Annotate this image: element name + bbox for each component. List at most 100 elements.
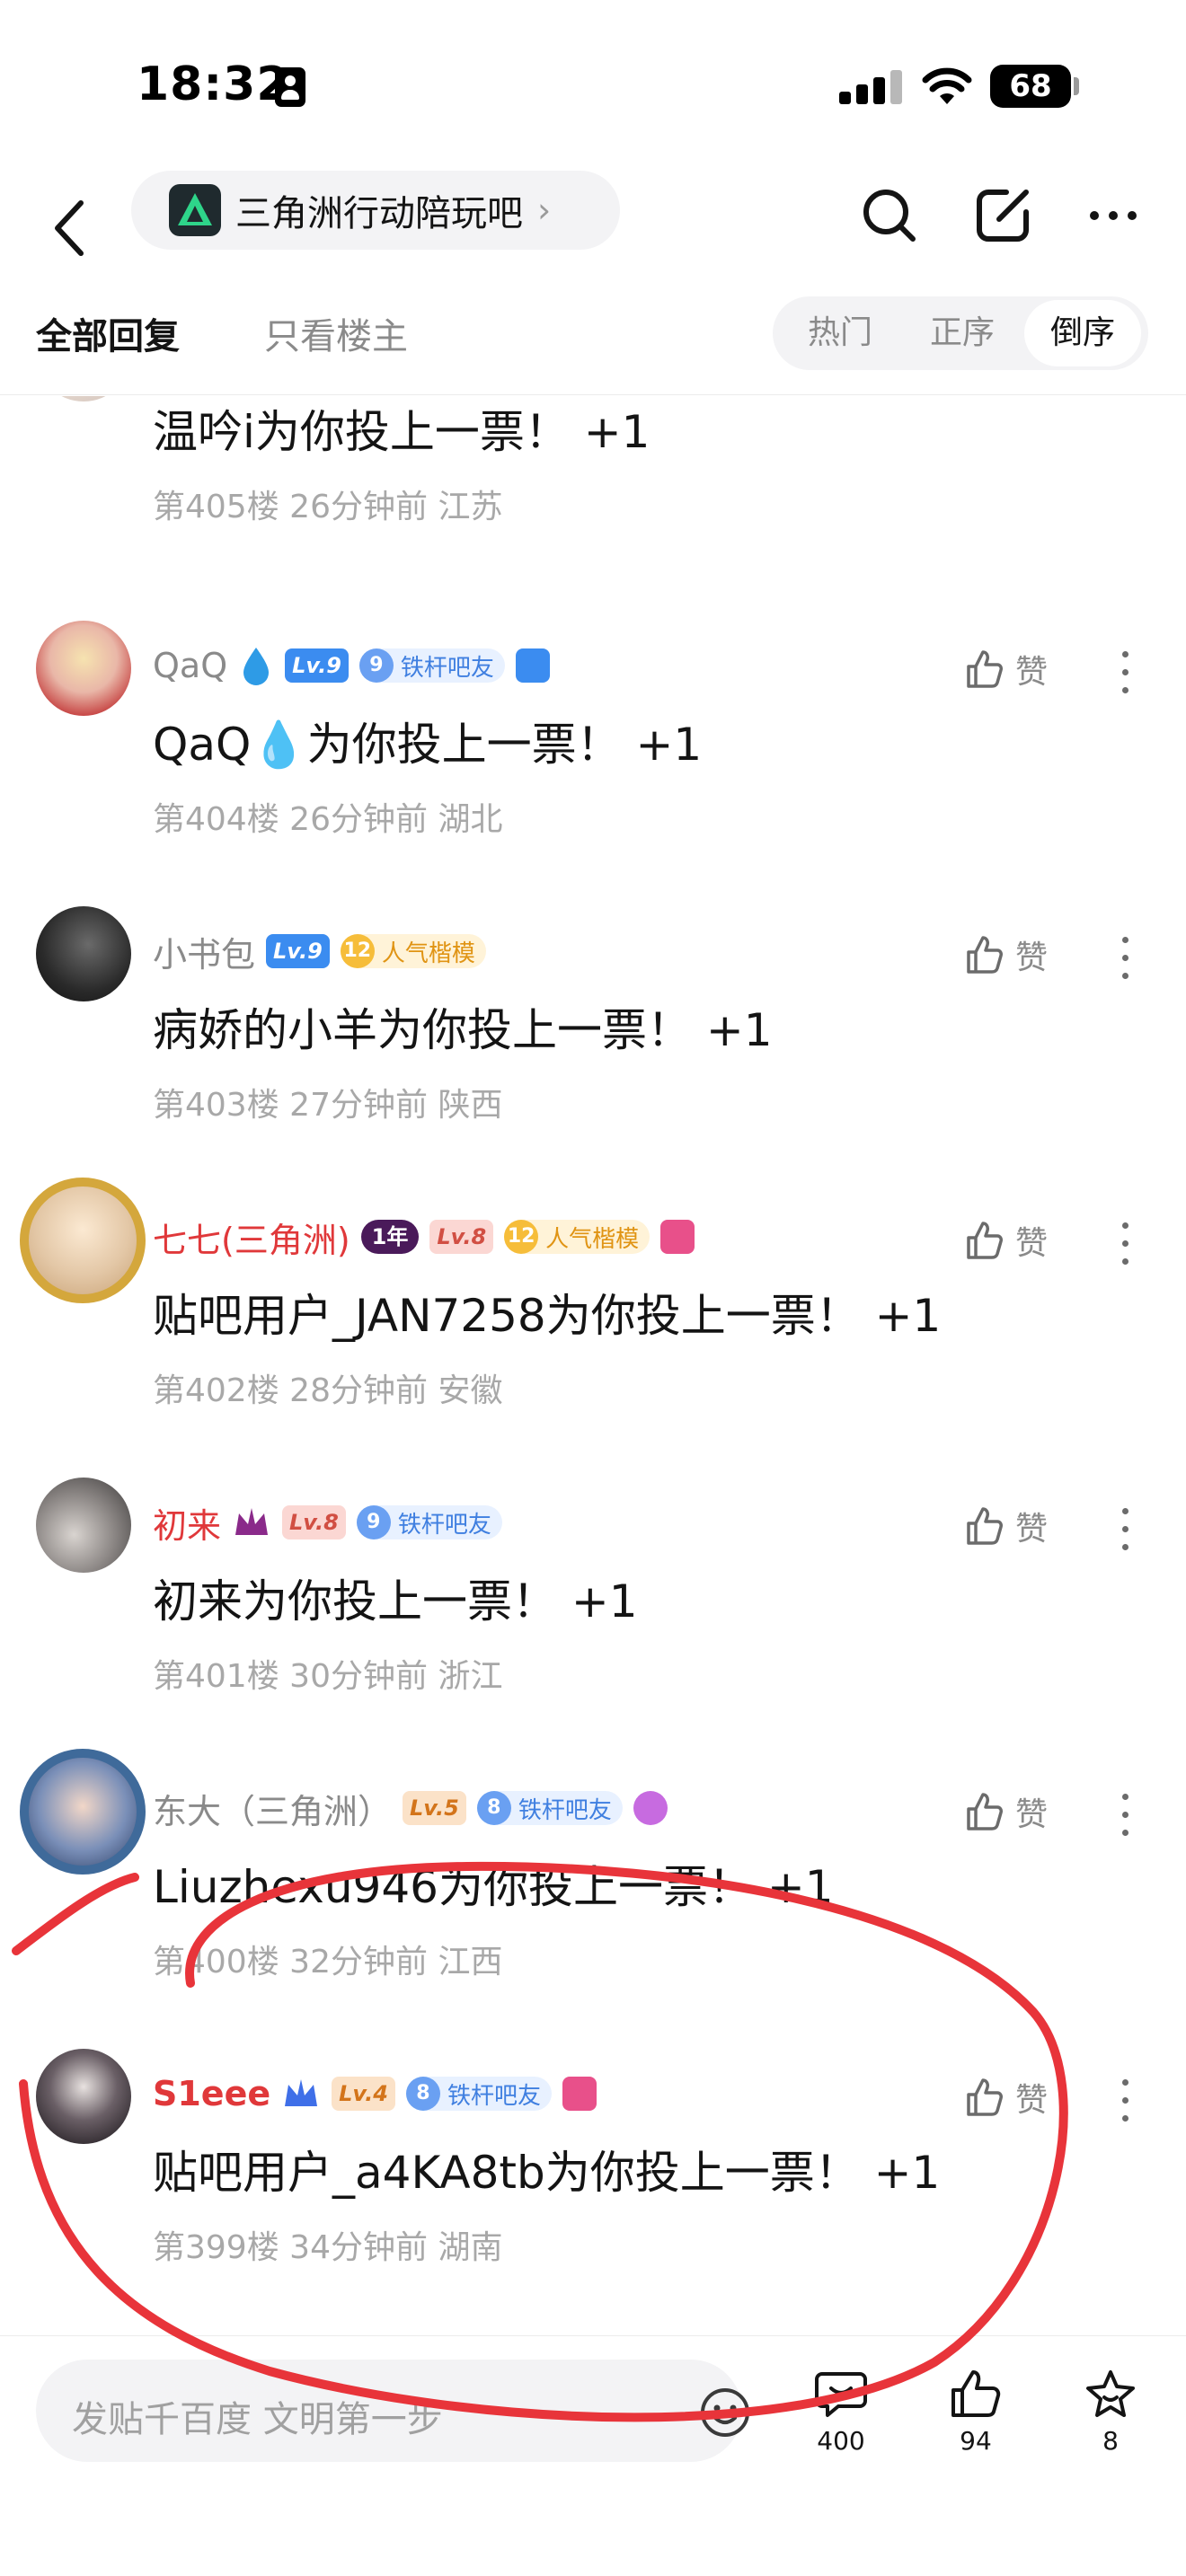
forum-name: 三角洲行动陪玩吧 [235, 193, 523, 234]
crown-icon [235, 1508, 269, 1535]
avatar[interactable] [36, 906, 131, 1001]
level-badge: Lv.9 [285, 648, 349, 683]
reply-item: 初来 Lv.8 9 铁杆吧友 初来为你投上一票！ +1 第401楼 30分钟前 浙… [0, 1478, 1186, 1763]
reply-text: 贴吧用户_a4KA8tb为你投上一票！ +1 [153, 2147, 941, 2199]
more-options-button[interactable] [1118, 2074, 1132, 2128]
more-options-button[interactable] [1118, 931, 1132, 985]
avatar[interactable] [20, 1178, 146, 1303]
like-button[interactable]: 赞 [963, 1503, 1048, 1549]
pisces-icon [562, 2077, 597, 2111]
like-icon [967, 1507, 1003, 1545]
title-badge: 12 人气楷模 [504, 1220, 651, 1254]
like-button[interactable]: 赞 [963, 1217, 1048, 1264]
reply-item: 东大（三角洲） Lv.5 8 铁杆吧友 Liuzhexu946为你投上一票！ +1… [0, 1749, 1186, 2049]
floor-number: 第401楼 [153, 1658, 279, 1695]
avatar[interactable] [36, 396, 131, 401]
reply-text: 贴吧用户_JAN7258为你投上一票！ +1 [153, 1290, 942, 1342]
chevron-right-icon: › [537, 190, 552, 230]
user-row: S1eee Lv.4 8 铁杆吧友 [153, 2069, 597, 2119]
reply-location: 湖北 [438, 801, 503, 838]
back-icon[interactable] [45, 183, 99, 273]
more-icon[interactable] [1082, 183, 1145, 246]
edit-icon[interactable] [972, 183, 1035, 246]
reply-time: 26分钟前 [289, 489, 428, 525]
reply-item: 小书包 Lv.9 12 人气楷模 病娇的小羊为你投上一票！ +1 第403楼 27… [0, 906, 1186, 1192]
more-options-button[interactable] [1118, 1788, 1132, 1842]
title-badge: 8 铁杆吧友 [476, 1791, 623, 1825]
title-badge: 9 铁杆吧友 [358, 648, 505, 683]
more-options-button[interactable] [1118, 1217, 1132, 1271]
avatar[interactable] [36, 1478, 131, 1573]
likes-count: 94 [960, 2426, 992, 2456]
search-icon[interactable] [857, 183, 920, 246]
favorite-button[interactable]: 8 [1066, 2369, 1155, 2456]
reply-time: 30分钟前 [289, 1658, 428, 1695]
username[interactable]: 初来 [153, 1498, 221, 1548]
floor-number: 第399楼 [153, 2229, 279, 2266]
more-options-button[interactable] [1118, 1503, 1132, 1557]
like-icon [967, 1222, 1003, 1259]
username[interactable]: 东大（三角洲） [153, 1784, 392, 1833]
reply-text: QaQ💧为你投上一票！ +1 [153, 719, 703, 771]
crown-icon [285, 2079, 318, 2106]
username[interactable]: S1eee [153, 2074, 270, 2113]
compose-placeholder: 发贴千百度 文明第一步 [72, 2399, 443, 2440]
forum-logo-icon [169, 184, 221, 236]
title-badge: 8 铁杆吧友 [405, 2077, 552, 2111]
sort-toggle: 热门 正序 倒序 [773, 296, 1148, 370]
comment-icon [815, 2372, 867, 2417]
more-options-button[interactable] [1118, 646, 1132, 700]
level-badge: Lv.5 [403, 1791, 466, 1825]
avatar[interactable] [36, 2049, 131, 2144]
title-badge: 9 铁杆吧友 [356, 1505, 502, 1539]
reply-time: 32分钟前 [289, 1944, 428, 1981]
reply-meta: 第399楼 34分钟前 湖南 [153, 2221, 502, 2268]
star-icon [1086, 2370, 1135, 2417]
reply-item: 七七(三角洲) 1年 Lv.8 12 人气楷模 贴吧用户_JAN7258为你投上一… [0, 1178, 1186, 1478]
reply-item: 温吟i为你投上一票！ +1 第405楼 26分钟前 江苏 [0, 396, 1186, 646]
reply-location: 湖南 [438, 2229, 503, 2266]
emoji-icon[interactable] [699, 2386, 751, 2439]
tab-op-only[interactable]: 只看楼主 [264, 307, 408, 359]
reply-location: 安徽 [438, 1372, 503, 1409]
floor-number: 第402楼 [153, 1372, 279, 1409]
user-row: QaQ Lv.9 9 铁杆吧友 [153, 640, 550, 691]
like-label: 赞 [1015, 1225, 1049, 1262]
battery-tip [1074, 77, 1079, 95]
tab-all-replies[interactable]: 全部回复 [36, 307, 180, 359]
water-drop-icon [243, 648, 270, 685]
like-button[interactable]: 赞 [963, 2074, 1048, 2121]
bottom-action-bar: 发贴千百度 文明第一步 400 94 8 [0, 2335, 1186, 2576]
like-icon [951, 2370, 1001, 2417]
like-button[interactable]: 赞 [963, 1788, 1048, 1835]
status-time: 18:32 [137, 57, 290, 111]
reply-text: 温吟i为你投上一票！ +1 [153, 406, 651, 458]
floor-number: 第400楼 [153, 1944, 279, 1981]
user-row: 初来 Lv.8 9 铁杆吧友 [153, 1497, 502, 1548]
compose-input[interactable]: 发贴千百度 文明第一步 [36, 2360, 749, 2462]
comments-button[interactable]: 400 [796, 2369, 886, 2456]
sort-descending[interactable]: 倒序 [1024, 300, 1141, 366]
username[interactable]: 小书包 [153, 927, 255, 976]
like-icon [967, 650, 1003, 688]
forum-entry-button[interactable]: 三角洲行动陪玩吧 › [131, 171, 620, 250]
like-button[interactable]: 赞 [963, 931, 1048, 978]
like-button[interactable]: 赞 [963, 646, 1048, 693]
reply-meta: 第404楼 26分钟前 湖北 [153, 793, 502, 840]
like-post-button[interactable]: 94 [931, 2369, 1021, 2456]
reply-location: 江苏 [438, 489, 503, 525]
floor-number: 第404楼 [153, 801, 279, 838]
sort-ascending[interactable]: 正序 [904, 296, 1021, 370]
reply-time: 34分钟前 [289, 2229, 428, 2266]
user-status-icon [275, 67, 305, 107]
username[interactable]: 七七(三角洲) [153, 1213, 350, 1262]
user-row: 东大（三角洲） Lv.5 8 铁杆吧友 [153, 1783, 668, 1833]
like-label: 赞 [1015, 1511, 1049, 1548]
avatar[interactable] [20, 1749, 146, 1875]
sort-hot[interactable]: 热门 [782, 296, 898, 370]
reply-text: 病娇的小羊为你投上一票！ +1 [153, 1004, 773, 1056]
username[interactable]: QaQ [153, 646, 227, 685]
level-badge: Lv.4 [332, 2077, 395, 2111]
floor-number: 第403楼 [153, 1087, 279, 1124]
avatar[interactable] [36, 621, 131, 716]
